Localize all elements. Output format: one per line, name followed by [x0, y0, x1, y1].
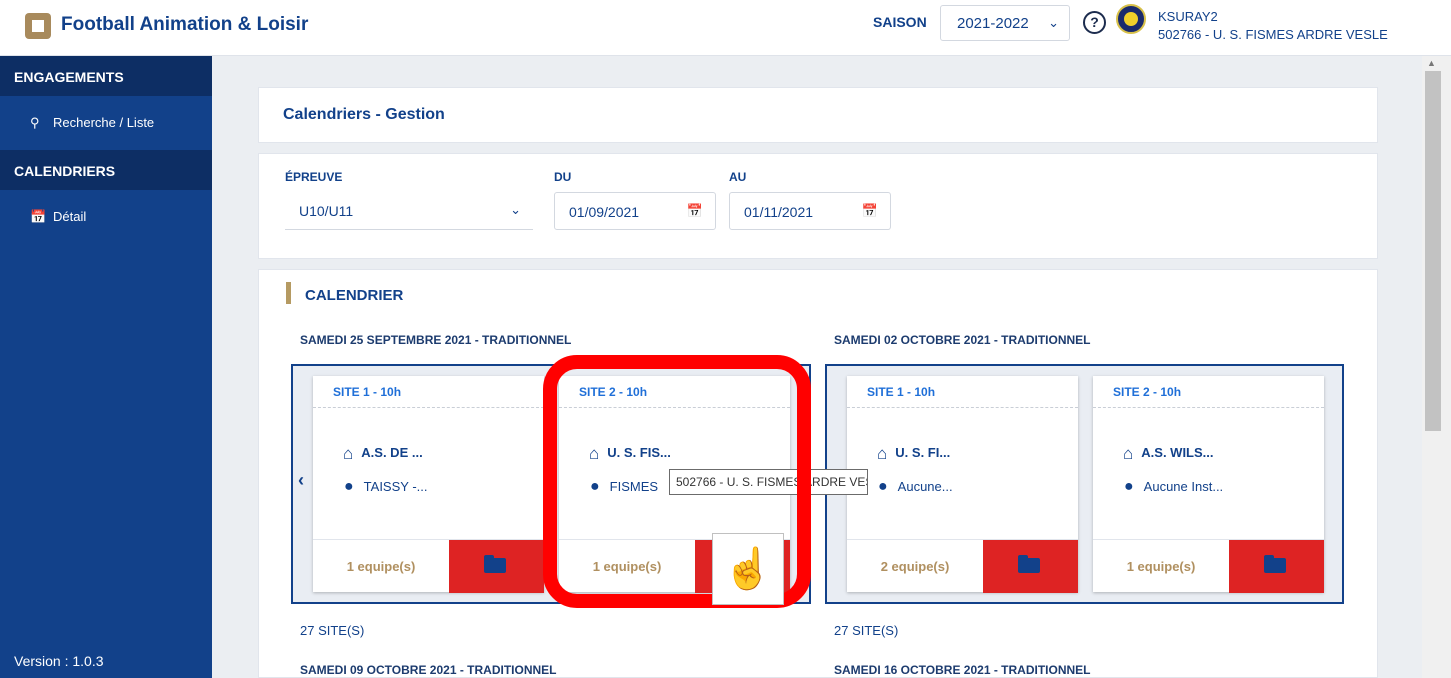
app-title[interactable]: Football Animation & Loisir [61, 14, 308, 36]
site-total: 27 SITE(S) [834, 623, 899, 638]
site-card: SITE 1 - 10h ⌂ A.S. DE ... ● TAISSY -... 1… [313, 376, 544, 593]
date-group: SITE 1 - 10h ⌂ U. S. FI... ● Aucune... 2 e… [825, 364, 1344, 604]
user-name[interactable]: KSURAY2 [1158, 9, 1218, 24]
chevron-down-icon: ⌄ [1048, 15, 1059, 30]
site-card: SITE 2 - 10h ⌂ A.S. WILS... ● Aucune Inst.… [1093, 376, 1324, 593]
epreuve-value: U10/U11 [299, 203, 354, 219]
au-date-input[interactable]: 01/11/2021 📅 [729, 192, 891, 230]
site-team[interactable]: ⌂ A.S. DE ... [343, 444, 423, 464]
du-label: DU [554, 170, 572, 184]
calendar-icon[interactable]: 📅 [687, 203, 703, 219]
date-heading: SAMEDI 09 OCTOBRE 2021 - TRADITIONNEL [300, 663, 557, 677]
chevron-down-icon: ⌄ [510, 202, 521, 217]
sidebar-item-search[interactable]: ⚲ Recherche / Liste [0, 96, 212, 150]
site-divider [313, 407, 544, 408]
site-divider [847, 407, 1078, 408]
folder-button[interactable] [449, 540, 544, 593]
version-label: Version : 1.0.3 [14, 653, 104, 669]
scroll-thumb[interactable] [1425, 71, 1441, 431]
site-total: 27 SITE(S) [300, 623, 365, 638]
filters-card: ÉPREUVE U10/U11 ⌄ DU 01/09/2021 📅 AU 01/… [258, 153, 1378, 259]
place-name: Aucune... [897, 479, 953, 494]
date-heading: SAMEDI 02 OCTOBRE 2021 - TRADITIONNEL [834, 333, 1091, 347]
search-icon: ⚲ [30, 115, 40, 130]
home-icon: ⌂ [343, 444, 354, 463]
sidebar: ENGAGEMENTS ⚲ Recherche / Liste CALENDRI… [0, 56, 212, 678]
team-name: U. S. FI... [895, 445, 951, 460]
place-name: TAISSY -... [363, 479, 428, 494]
calendar-icon[interactable]: 📅 [862, 203, 878, 219]
au-label: AU [729, 170, 747, 184]
help-icon[interactable]: ? [1083, 11, 1106, 34]
main-content: Calendriers - Gestion ÉPREUVE U10/U11 ⌄ … [212, 56, 1422, 678]
site-place[interactable]: ● Aucune... [878, 478, 953, 496]
page-title-card: Calendriers - Gestion [258, 87, 1378, 143]
site-footer: 2 equipe(s) [847, 539, 1078, 593]
page-title: Calendriers - Gestion [283, 106, 445, 123]
sidebar-item-label: Recherche / Liste [53, 115, 155, 130]
team-name: A.S. WILS... [1141, 445, 1214, 460]
sidebar-section-engagements: ENGAGEMENTS [0, 56, 212, 96]
sidebar-section-calendriers: CALENDRIERS [0, 150, 212, 190]
site-team[interactable]: ⌂ U. S. FI... [877, 444, 950, 464]
place-name: Aucune Inst... [1143, 479, 1224, 494]
season-select[interactable]: 2021-2022 ⌄ [940, 5, 1070, 41]
calendar-title-bar [286, 282, 291, 304]
site-place[interactable]: ● TAISSY -... [344, 478, 428, 496]
au-value: 01/11/2021 [744, 204, 814, 220]
calendar-title: CALENDRIER [305, 287, 404, 304]
scrollbar[interactable]: ▲ [1422, 56, 1451, 678]
location-pin-icon: ● [1124, 478, 1134, 495]
chevron-left-icon[interactable]: ‹ [298, 470, 304, 491]
team-count: 1 equipe(s) [346, 559, 416, 574]
calendar-icon: 📅 [30, 209, 47, 224]
app-logo-icon[interactable] [25, 13, 51, 39]
site-footer: 1 equipe(s) [313, 539, 544, 593]
season-value: 2021-2022 [957, 15, 1029, 32]
site-place[interactable]: ● Aucune Inst... [1124, 478, 1223, 496]
team-name: A.S. DE ... [361, 445, 423, 460]
home-icon: ⌂ [1123, 444, 1134, 463]
location-pin-icon: ● [878, 478, 888, 495]
du-date-input[interactable]: 01/09/2021 📅 [554, 192, 716, 230]
hand-pointer-icon: ☝ [712, 533, 784, 605]
date-heading: SAMEDI 25 SEPTEMBRE 2021 - TRADITIONNEL [300, 333, 572, 347]
folder-button[interactable] [1229, 540, 1324, 593]
site-title: SITE 1 - 10h [333, 385, 402, 399]
folder-button[interactable] [983, 540, 1078, 593]
top-bar: Football Animation & Loisir SAISON 2021-… [0, 0, 1451, 56]
club-logo-icon[interactable] [1116, 4, 1146, 34]
location-pin-icon: ● [344, 478, 354, 495]
team-count: 1 equipe(s) [1126, 559, 1196, 574]
site-title: SITE 1 - 10h [867, 385, 936, 399]
site-card: SITE 1 - 10h ⌂ U. S. FI... ● Aucune... 2 e… [847, 376, 1078, 593]
sidebar-item-detail[interactable]: 📅 Détail [0, 190, 212, 244]
team-count: 2 equipe(s) [880, 559, 950, 574]
site-title: SITE 2 - 10h [1113, 385, 1182, 399]
epreuve-label: ÉPREUVE [285, 170, 343, 184]
date-heading: SAMEDI 16 OCTOBRE 2021 - TRADITIONNEL [834, 663, 1091, 677]
site-divider [1093, 407, 1324, 408]
scroll-up-arrow-icon[interactable]: ▲ [1427, 58, 1436, 68]
user-club[interactable]: 502766 - U. S. FISMES ARDRE VESLE [1158, 27, 1388, 42]
sidebar-item-label: Détail [53, 209, 87, 224]
site-team[interactable]: ⌂ A.S. WILS... [1123, 444, 1214, 464]
du-value: 01/09/2021 [569, 204, 640, 220]
home-icon: ⌂ [877, 444, 888, 463]
epreuve-select[interactable]: U10/U11 ⌄ [285, 192, 533, 230]
site-footer: 1 equipe(s) [1093, 539, 1324, 593]
season-label: SAISON [873, 14, 927, 30]
